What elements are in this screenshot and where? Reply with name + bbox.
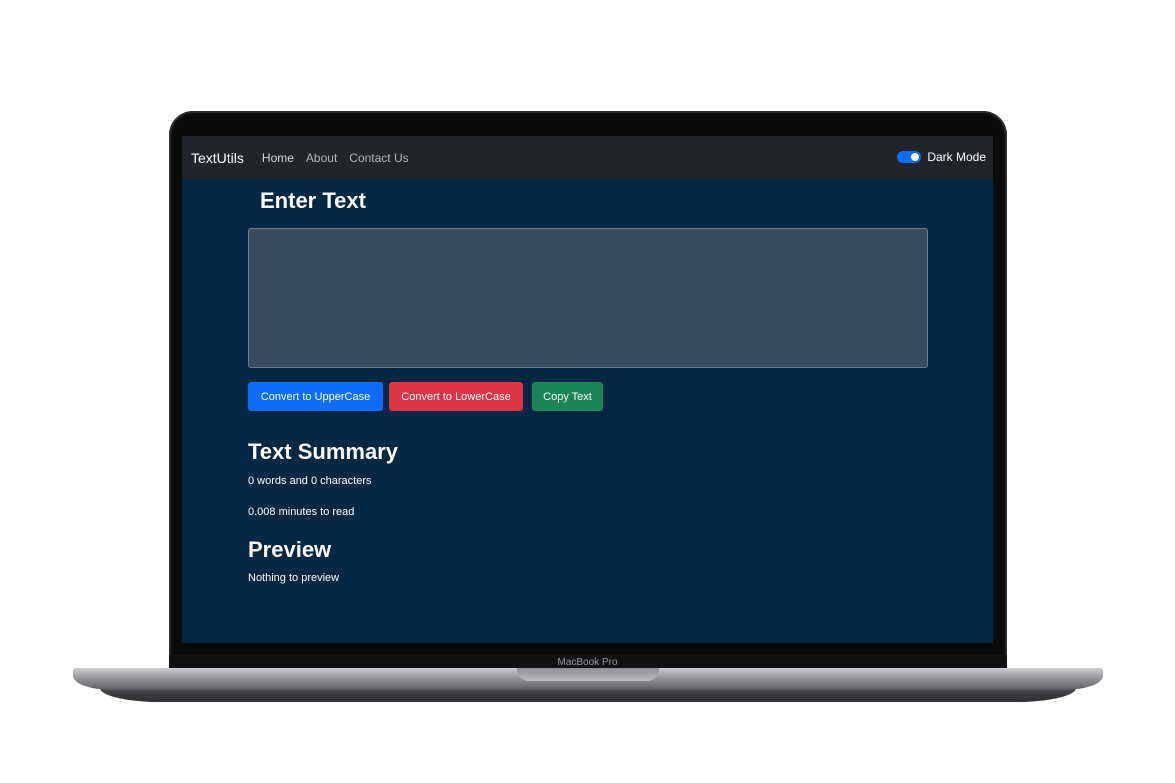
text-input[interactable] xyxy=(248,228,928,368)
navbar-brand[interactable]: TextUtils xyxy=(191,150,244,166)
nav-link-home[interactable]: Home xyxy=(262,151,294,165)
app-screen: TextUtils Home About Contact Us Dark Mod… xyxy=(182,136,993,643)
read-time-text: 0.008 minutes to read xyxy=(248,506,355,518)
dark-mode-toggle[interactable]: Dark Mode xyxy=(897,150,986,164)
convert-uppercase-button[interactable]: Convert to UpperCase xyxy=(248,382,383,411)
device-label: MacBook Pro xyxy=(557,657,618,668)
convert-lowercase-button[interactable]: Convert to LowerCase xyxy=(389,382,523,411)
nav-link-contact[interactable]: Contact Us xyxy=(349,151,408,165)
dark-mode-label: Dark Mode xyxy=(927,150,986,164)
enter-text-heading: Enter Text xyxy=(260,188,366,213)
toggle-switch-icon[interactable] xyxy=(897,151,922,163)
preview-heading: Preview xyxy=(248,537,332,562)
laptop-base-shadow xyxy=(100,688,1076,702)
word-count-text: 0 words and 0 characters xyxy=(248,475,372,487)
preview-text: Nothing to preview xyxy=(248,572,340,584)
nav-link-about[interactable]: About xyxy=(306,151,337,165)
laptop-notch xyxy=(517,668,659,681)
copy-text-button[interactable]: Copy Text xyxy=(532,382,603,411)
toggle-knob xyxy=(911,153,920,161)
navbar: TextUtils Home About Contact Us Dark Mod… xyxy=(182,136,993,179)
text-summary-heading: Text Summary xyxy=(248,439,398,464)
